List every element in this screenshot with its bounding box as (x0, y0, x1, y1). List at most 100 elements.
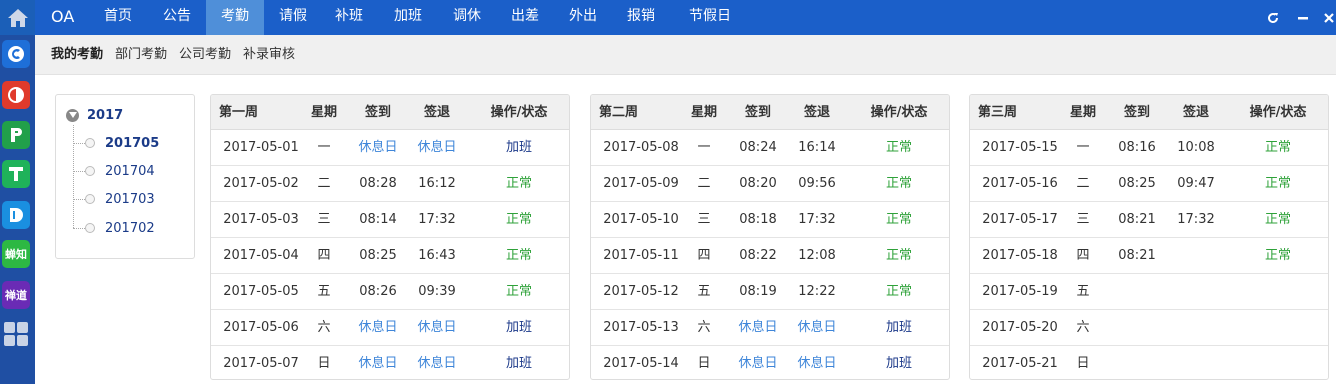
col-weekday-header: 星期 (1069, 105, 1096, 120)
d-app-icon[interactable] (2, 201, 30, 229)
table-row: 2017-05-21 日 (970, 346, 1328, 379)
subnav-makeup-review[interactable]: 补录审核 (243, 35, 295, 75)
nav-item-home[interactable]: 首页 (93, 0, 143, 35)
nav-item-lieu[interactable]: 调休 (440, 0, 494, 35)
signout-cell: 休息日 (797, 320, 837, 335)
subnav-dept-attendance[interactable]: 部门考勤 (115, 35, 167, 75)
tree-month-label: 201704 (105, 163, 155, 179)
tree-month-label: 201703 (105, 191, 155, 207)
grid-apps-icon[interactable] (2, 320, 30, 348)
tree-month-item[interactable]: 201704 (73, 162, 155, 180)
tree-month-item[interactable]: 201705 (73, 134, 159, 152)
app-logo[interactable]: OA (51, 0, 74, 35)
month-tree: 2017 201705 201704 201703 201702 (55, 94, 195, 259)
date-cell: 2017-05-17 (982, 212, 1058, 227)
nav-item-egress[interactable]: 外出 (556, 0, 610, 35)
t-app-icon[interactable] (2, 160, 30, 188)
tree-month-item[interactable]: 201703 (73, 190, 155, 208)
signin-cell: 08:24 (739, 140, 777, 155)
signout-cell (1166, 310, 1226, 346)
status-cell[interactable]: 加班 (467, 310, 569, 346)
date-cell: 2017-05-16 (982, 176, 1058, 191)
table-row: 2017-05-11 四 08:22 12:08 正常 (591, 238, 949, 274)
home-icon[interactable] (0, 0, 35, 35)
date-cell: 2017-05-07 (223, 356, 299, 371)
signout-cell (1166, 238, 1226, 274)
nav-item-refund[interactable]: 报销 (614, 0, 668, 35)
nav-item-notice[interactable]: 公告 (150, 0, 204, 35)
collapse-icon[interactable] (66, 108, 79, 122)
nav-item-attendance[interactable]: 考勤 (206, 0, 264, 35)
refresh-icon[interactable] (1263, 0, 1283, 35)
date-cell: 2017-05-05 (223, 284, 299, 299)
signout-cell: 16:14 (798, 140, 836, 155)
signin-cell (1108, 346, 1166, 379)
table-row: 2017-05-15 一 08:16 10:08 正常 (970, 130, 1328, 166)
signout-cell: 09:39 (418, 284, 456, 299)
signin-cell: 休息日 (738, 320, 778, 335)
nav-item-trip[interactable]: 出差 (498, 0, 552, 35)
signout-cell: 休息日 (417, 140, 457, 155)
node-dot-icon (85, 194, 95, 204)
weekday-cell: 四 (317, 248, 331, 263)
table-row: 2017-05-05 五 08:26 09:39 正常 (211, 274, 569, 310)
weekday-cell: 六 (697, 320, 711, 335)
weekday-cell: 三 (1076, 212, 1090, 227)
signout-cell: 12:22 (798, 284, 836, 299)
date-cell: 2017-05-18 (982, 248, 1058, 263)
status-cell: 正常 (885, 248, 912, 263)
table-row: 2017-05-13 六休息日 休息日 加班 (591, 310, 949, 346)
signout-cell: 10:08 (1177, 140, 1215, 155)
col-status-header: 操作/状态 (490, 105, 548, 120)
date-cell: 2017-05-15 (982, 140, 1058, 155)
status-cell[interactable]: 加班 (847, 310, 949, 346)
col-signin-header: 签到 (744, 105, 771, 120)
table-row: 2017-05-10 三 08:18 17:32 正常 (591, 202, 949, 238)
status-cell: 正常 (1264, 140, 1291, 155)
col-signout-header: 签退 (1182, 105, 1209, 120)
tree-year-label: 2017 (87, 107, 124, 123)
date-cell: 2017-05-13 (603, 320, 679, 335)
signout-cell (1166, 346, 1226, 379)
chandao-app-label: 禅道 (5, 289, 27, 302)
nav-item-holiday[interactable]: 节假日 (675, 0, 745, 35)
table-row: 2017-05-08 一 08:24 16:14 正常 (591, 130, 949, 166)
close-icon[interactable] (1319, 0, 1336, 35)
signin-cell: 08:22 (739, 248, 777, 263)
chandao-app-icon[interactable]: 禅道 (2, 281, 30, 309)
subnav-company-attendance[interactable]: 公司考勤 (179, 35, 231, 75)
p-app-icon[interactable] (2, 121, 30, 149)
nav-item-overtime[interactable]: 加班 (381, 0, 435, 35)
nav-item-leave[interactable]: 请假 (268, 0, 318, 35)
signout-cell: 12:08 (798, 248, 836, 263)
signin-cell: 08:16 (1118, 140, 1156, 155)
signin-cell: 08:25 (1118, 176, 1156, 191)
status-cell: 正常 (885, 140, 912, 155)
table-row: 2017-05-02 二 08:28 16:12 正常 (211, 166, 569, 202)
week-table-header: 第二周 星期 签到 签退 操作/状态 (591, 95, 949, 130)
o-app-icon[interactable] (2, 81, 30, 109)
status-cell[interactable]: 加班 (847, 346, 949, 379)
col-status-header: 操作/状态 (870, 105, 928, 120)
c-app-icon[interactable] (2, 40, 30, 68)
table-row: 2017-05-12 五 08:19 12:22 正常 (591, 274, 949, 310)
weekday-cell: 一 (317, 140, 331, 155)
table-row: 2017-05-19 五 (970, 274, 1328, 310)
weekday-cell: 二 (1076, 176, 1090, 191)
tree-year[interactable]: 2017 (66, 106, 123, 124)
signin-cell: 08:19 (739, 284, 777, 299)
status-cell (1226, 274, 1328, 310)
signout-cell: 17:32 (798, 212, 836, 227)
minimize-icon[interactable] (1293, 0, 1313, 35)
date-cell: 2017-05-02 (223, 176, 299, 191)
status-cell[interactable]: 加班 (467, 130, 569, 166)
status-cell[interactable]: 加班 (467, 346, 569, 379)
weekday-cell: 二 (697, 176, 711, 191)
tree-month-item[interactable]: 201702 (73, 219, 155, 237)
chanzhi-app-icon[interactable]: 蝉知 (2, 240, 30, 268)
weekday-cell: 一 (697, 140, 711, 155)
nav-item-makeup[interactable]: 补班 (323, 0, 375, 35)
table-row: 2017-05-01 一休息日 休息日 加班 (211, 130, 569, 166)
subnav-my-attendance[interactable]: 我的考勤 (51, 35, 103, 75)
signout-cell: 休息日 (417, 320, 457, 335)
